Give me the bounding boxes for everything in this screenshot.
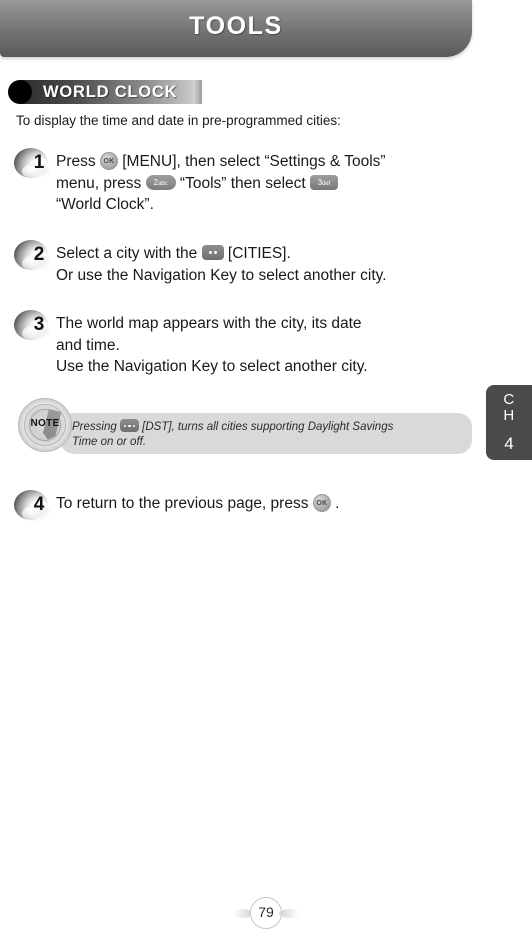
section-badge-label: WORLD CLOCK — [21, 80, 194, 104]
step-3-line2: and time. — [56, 336, 120, 354]
step-2-line1-a: Select a city with the — [56, 245, 198, 262]
step-bullet-icon: 2 — [14, 240, 56, 272]
step-1-line1-a: Press — [56, 153, 96, 170]
step-4-line1-a: To return to the previous page, press — [56, 495, 309, 512]
step-bullet-icon: 3 — [14, 310, 56, 342]
note-text: Pressing [DST], turns all cities support… — [72, 419, 467, 450]
step-2-line2: Or use the Navigation Key to select anot… — [56, 266, 387, 284]
chapter-tab-line1: C — [503, 391, 515, 408]
page-number: 79 — [250, 897, 282, 929]
soft-key-cities-icon — [201, 245, 224, 261]
chapter-tab: C H 4 — [486, 385, 532, 460]
step-text: Press OK [MENU], then select “Settings &… — [56, 150, 386, 216]
step-1-line2-b: “Tools” then select — [179, 174, 306, 192]
step-text: Select a city with the [CITIES]. Or use … — [56, 242, 387, 286]
step-text: To return to the previous page, press OK… — [56, 492, 339, 515]
step-item-1: 1 Press OK [MENU], then select “Settings… — [14, 148, 386, 216]
ok-key-icon: OK — [312, 493, 331, 512]
step-1-line3: “World Clock”. — [56, 196, 154, 213]
section-badge: WORLD CLOCK — [8, 80, 203, 104]
step-bullet-icon: 1 — [14, 148, 56, 180]
step-4-line1-b: . — [335, 495, 340, 512]
note-block: NOTE Pressing [DST], turns all cities su… — [10, 398, 472, 454]
intro-text: To display the time and date in pre-prog… — [16, 113, 341, 128]
number-key-3-icon: 3def — [310, 174, 339, 190]
ok-key-icon: OK — [99, 151, 118, 170]
number-key-2-icon: 2abc — [145, 174, 176, 190]
step-number: 2 — [33, 244, 45, 265]
bullet-dot-icon — [8, 80, 32, 104]
number-key-2-letters: abc — [157, 180, 168, 187]
step-2-line1-b: [CITIES]. — [227, 245, 291, 262]
step-number: 1 — [33, 152, 45, 173]
step-1-line2-a: menu, press — [56, 174, 142, 192]
note-line2: Time on or off. — [72, 436, 147, 448]
number-key-3-letters: def — [322, 180, 331, 187]
note-icon: NOTE — [18, 398, 72, 452]
step-item-4: 4 To return to the previous page, press … — [14, 490, 339, 522]
note-icon-label: NOTE — [30, 418, 60, 429]
step-3-line3: Use the Navigation Key to select another… — [56, 358, 368, 375]
step-3-line1: The world map appears with the city, its… — [56, 315, 362, 332]
note-line1-a: Pressing — [72, 421, 117, 433]
chapter-tab-number: 4 — [504, 434, 514, 453]
step-item-2: 2 Select a city with the [CITIES]. Or us… — [14, 240, 387, 286]
step-bullet-icon: 4 — [14, 490, 56, 522]
page-header-banner: TOOLS — [0, 0, 472, 57]
section-badge-tail — [193, 80, 203, 104]
step-text: The world map appears with the city, its… — [56, 312, 368, 378]
step-number: 4 — [33, 494, 45, 515]
chapter-tab-line2: H — [503, 407, 515, 424]
step-1-line1-b: [MENU], then select “Settings & Tools” — [122, 153, 386, 170]
step-number: 3 — [33, 314, 45, 335]
page-footer: 79 — [0, 897, 532, 929]
page-title: TOOLS — [189, 12, 283, 40]
note-line1-b: [DST], turns all cities supporting Dayli… — [142, 421, 394, 433]
footer-wing-right — [279, 908, 299, 918]
soft-key-dst-icon — [119, 419, 139, 433]
step-item-3: 3 The world map appears with the city, i… — [14, 310, 368, 378]
